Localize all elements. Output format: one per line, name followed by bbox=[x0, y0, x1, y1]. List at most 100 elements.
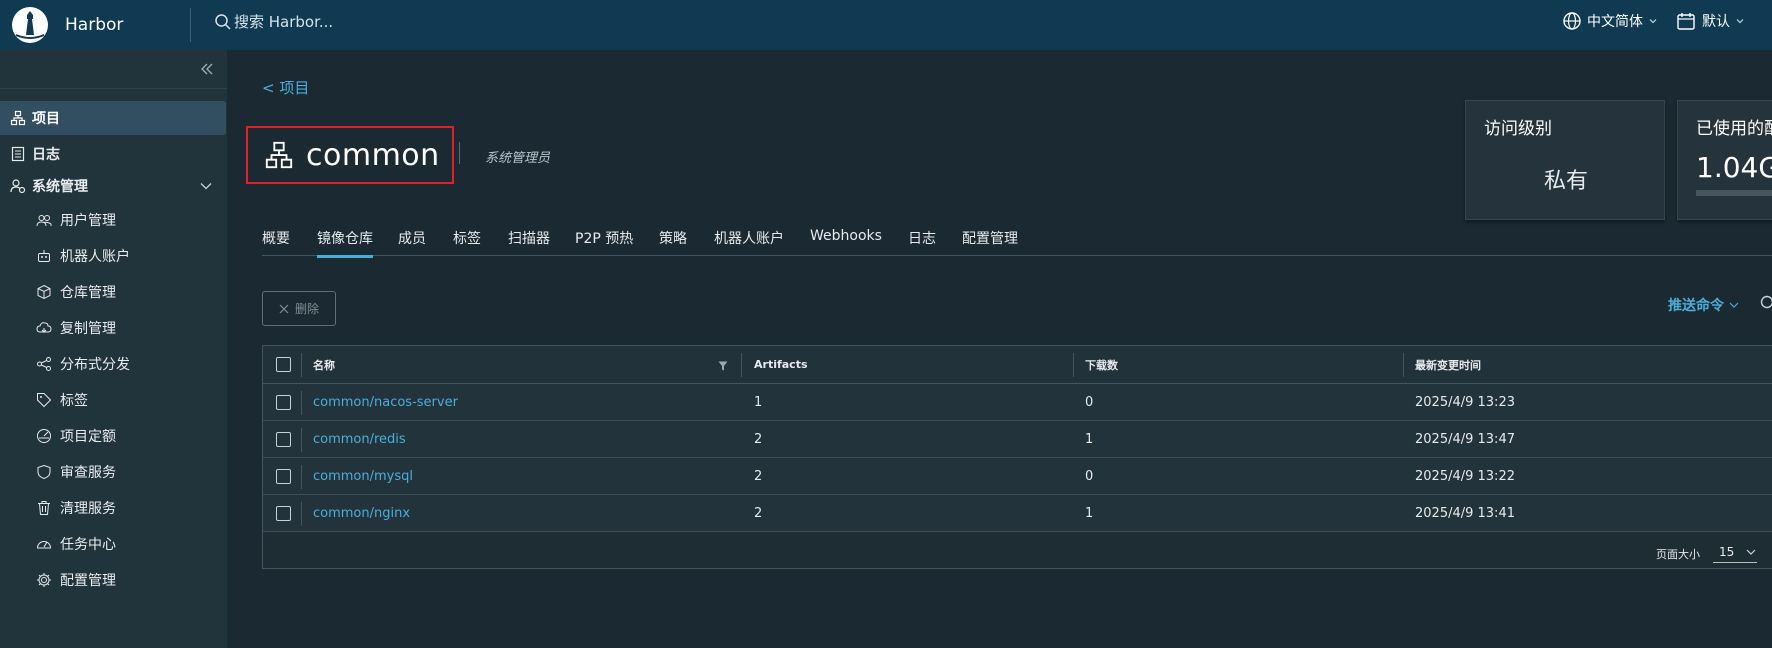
language-selector[interactable]: 中文简体 bbox=[1562, 11, 1657, 31]
repository-name-link[interactable]: common/nacos-server bbox=[313, 384, 458, 420]
project-tabs: 概要 镜像仓库 成员 标签 扫描器 P2P 预热 策略 机器人账户 Webhoo… bbox=[262, 228, 1772, 258]
repository-name-link[interactable]: common/nginx bbox=[313, 495, 410, 531]
row-checkbox[interactable] bbox=[276, 468, 291, 484]
downloads-count: 0 bbox=[1085, 468, 1094, 484]
users-icon bbox=[36, 212, 52, 228]
sidebar-item-system-admin[interactable]: 系统管理 bbox=[0, 169, 227, 203]
push-command-dropdown[interactable]: 推送命令 bbox=[1668, 295, 1739, 315]
global-search[interactable]: 搜索 Harbor... bbox=[214, 11, 333, 32]
distribution-icon bbox=[36, 356, 52, 372]
table-footer: 页面大小 15 bbox=[263, 534, 1772, 570]
search-icon[interactable] bbox=[1759, 295, 1772, 311]
tab-members[interactable]: 成员 bbox=[398, 228, 426, 248]
tab-labels[interactable]: 标签 bbox=[453, 228, 481, 248]
row-select-cell bbox=[276, 495, 291, 531]
delete-label: 删除 bbox=[294, 302, 319, 316]
sidebar-item-clean-up[interactable]: 清理服务 bbox=[0, 491, 227, 525]
search-icon bbox=[215, 13, 231, 30]
table-row[interactable]: common/nacos-server 1 0 2025/4/9 13:23 bbox=[263, 384, 1772, 421]
tab-policy[interactable]: 策略 bbox=[659, 228, 687, 248]
sidebar-item-label: 审查服务 bbox=[60, 465, 116, 481]
sidebar-item-label: 清理服务 bbox=[60, 501, 116, 517]
page-size-select[interactable]: 15 bbox=[1713, 541, 1757, 563]
access-level-label: 访问级别 bbox=[1484, 119, 1552, 139]
storage-usage-card: 已使用的配 1.04Gi bbox=[1677, 100, 1772, 220]
column-divider bbox=[1403, 353, 1404, 377]
harbor-logo-icon[interactable] bbox=[10, 5, 50, 45]
column-divider bbox=[301, 391, 302, 415]
close-icon bbox=[279, 304, 289, 313]
row-select-cell bbox=[276, 421, 291, 457]
column-header-downloads[interactable]: 下载数 bbox=[1085, 346, 1118, 383]
sidebar-item-logs[interactable]: 日志 bbox=[0, 137, 227, 171]
sidebar-item-interrogation-services[interactable]: 审查服务 bbox=[0, 455, 227, 489]
row-checkbox[interactable] bbox=[276, 431, 291, 447]
sidebar-item-labels[interactable]: 标签 bbox=[0, 383, 227, 417]
project-title-highlight: common bbox=[246, 126, 454, 184]
table-row[interactable]: common/redis 2 1 2025/4/9 13:47 bbox=[263, 421, 1772, 458]
brand-name[interactable]: Harbor bbox=[65, 15, 123, 35]
tab-robot-accounts[interactable]: 机器人账户 bbox=[714, 228, 784, 248]
tab-scanner[interactable]: 扫描器 bbox=[508, 228, 550, 248]
sidebar-item-distributions[interactable]: 分布式分发 bbox=[0, 347, 227, 381]
updated-time: 2025/4/9 13:23 bbox=[1415, 394, 1515, 410]
sidebar-item-job-service[interactable]: 任务中心 bbox=[0, 527, 227, 561]
page-size-label: 页面大小 bbox=[1656, 548, 1700, 561]
tab-webhooks[interactable]: Webhooks bbox=[810, 228, 882, 244]
column-header-name[interactable]: 名称 bbox=[313, 346, 335, 383]
sidebar-item-label: 仓库管理 bbox=[60, 285, 116, 301]
tab-summary[interactable]: 概要 bbox=[262, 228, 290, 248]
column-header-artifacts[interactable]: Artifacts bbox=[754, 346, 808, 383]
filter-icon[interactable] bbox=[718, 361, 728, 371]
sidebar-item-robot-accounts[interactable]: 机器人账户 bbox=[0, 239, 227, 273]
sidebar-item-users[interactable]: 用户管理 bbox=[0, 203, 227, 237]
globe-icon bbox=[1563, 12, 1581, 30]
column-divider bbox=[301, 502, 302, 526]
tab-p2p-preheat[interactable]: P2P 预热 bbox=[575, 228, 633, 248]
robot-icon bbox=[36, 248, 52, 264]
delete-button[interactable]: 删除 bbox=[262, 291, 336, 326]
log-icon bbox=[10, 146, 26, 162]
column-divider bbox=[301, 353, 302, 377]
sidebar-item-projects[interactable]: 项目 bbox=[0, 101, 226, 135]
quota-icon bbox=[36, 428, 52, 444]
sidebar-item-replications[interactable]: 复制管理 bbox=[0, 311, 227, 345]
chevron-down-icon bbox=[1736, 19, 1744, 24]
downloads-count: 1 bbox=[1085, 431, 1094, 447]
sidebar-item-label: 复制管理 bbox=[60, 321, 116, 337]
tab-repositories[interactable]: 镜像仓库 bbox=[317, 228, 373, 258]
system-admin-icon bbox=[10, 178, 26, 194]
collapse-sidebar-icon[interactable] bbox=[200, 62, 214, 76]
select-all-checkbox[interactable] bbox=[276, 357, 291, 372]
sidebar-item-project-quotas[interactable]: 项目定额 bbox=[0, 419, 227, 453]
updated-time: 2025/4/9 13:22 bbox=[1415, 468, 1515, 484]
access-level-card: 访问级别 私有 bbox=[1465, 100, 1665, 220]
sidebar-item-label: 机器人账户 bbox=[60, 249, 130, 265]
table-header-row: 名称 Artifacts 下载数 最新变更时间 bbox=[263, 346, 1772, 384]
sidebar-item-registries[interactable]: 仓库管理 bbox=[0, 275, 227, 309]
title-divider bbox=[459, 142, 460, 164]
back-to-projects-link[interactable]: < 项目 bbox=[262, 77, 309, 98]
column-header-updated[interactable]: 最新变更时间 bbox=[1415, 346, 1481, 383]
project-icon bbox=[10, 110, 26, 126]
row-checkbox[interactable] bbox=[276, 505, 291, 521]
search-placeholder[interactable]: 搜索 Harbor... bbox=[234, 11, 333, 32]
tab-logs[interactable]: 日志 bbox=[908, 228, 936, 248]
table-row[interactable]: common/nginx 2 1 2025/4/9 13:41 bbox=[263, 495, 1772, 532]
storage-usage-value: 1.04Gi bbox=[1696, 151, 1772, 184]
tab-configuration[interactable]: 配置管理 bbox=[962, 228, 1018, 248]
sidebar: 项目 日志 系统管理 用户管理 机器人账户 仓库管理 复制管理 分布式分发 标签… bbox=[0, 50, 227, 648]
row-select-cell bbox=[276, 384, 291, 420]
project-icon bbox=[265, 141, 293, 169]
trash-icon bbox=[36, 500, 52, 516]
row-checkbox[interactable] bbox=[276, 394, 291, 410]
sidebar-item-configuration[interactable]: 配置管理 bbox=[0, 563, 227, 597]
repository-name-link[interactable]: common/mysql bbox=[313, 458, 413, 494]
column-divider bbox=[301, 465, 302, 489]
repository-name-link[interactable]: common/redis bbox=[313, 421, 406, 457]
replication-icon bbox=[36, 320, 52, 336]
theme-selector[interactable]: 默认 bbox=[1676, 11, 1744, 31]
sidebar-item-label: 分布式分发 bbox=[60, 357, 130, 373]
language-label: 中文简体 bbox=[1587, 14, 1643, 30]
table-row[interactable]: common/mysql 2 0 2025/4/9 13:22 bbox=[263, 458, 1772, 495]
